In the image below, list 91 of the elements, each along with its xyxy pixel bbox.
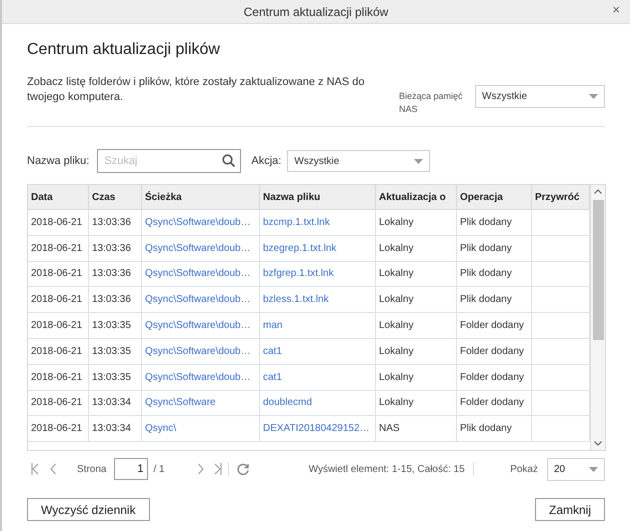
caret-icon: [589, 94, 598, 99]
column-header: Data: [28, 185, 89, 209]
scrollbar-thumb[interactable]: [592, 200, 604, 340]
table-cell: Plik dodany: [457, 262, 532, 286]
caret-icon: [414, 158, 424, 164]
scroll-down-icon[interactable]: [594, 441, 602, 446]
search-icon: [222, 154, 236, 167]
table-cell: Lokalny: [376, 287, 457, 312]
filename-label: Nazwa pliku:: [27, 154, 90, 169]
scrollbar[interactable]: [590, 185, 605, 450]
column-header: Operacja: [457, 185, 532, 209]
table-cell: 13:03:36: [89, 210, 142, 235]
table-cell: Lokalny: [376, 210, 457, 235]
table-cell: 2018-06-21: [28, 338, 89, 364]
column-header: Nazwa pliku: [260, 185, 376, 209]
storage-dropdown[interactable]: Wszystkie: [475, 85, 605, 108]
scroll-up-icon[interactable]: [594, 189, 602, 194]
table-cell: 2018-06-21: [28, 287, 89, 312]
table-cell: Plik dodany: [457, 236, 532, 261]
action-dropdown[interactable]: Wszystkie: [287, 150, 430, 172]
column-header: Czas: [89, 185, 142, 209]
table-cell: 2018-06-21: [28, 236, 89, 261]
table-cell: Plik dodany: [457, 210, 532, 235]
table-cell: Lokalny: [376, 236, 457, 261]
total-pages: / 1: [153, 462, 165, 476]
caret-icon: [589, 466, 598, 472]
table-cell: Folder dodany: [457, 338, 532, 364]
description-text: Zobacz listę folderów i plików, które zostały zaktualizowane z NAS do twojego komputera.: [27, 75, 366, 105]
page-label: Strona: [77, 462, 106, 476]
table-cell: Lokalny: [376, 338, 457, 364]
table-link[interactable]: Qsync\Software\doub…: [142, 364, 260, 390]
action-label: Akcja:: [251, 154, 282, 169]
table-cell: 2018-06-21: [28, 364, 89, 390]
table-link[interactable]: Qsync\Software\doub…: [142, 210, 260, 235]
table-cell: Lokalny: [376, 262, 457, 286]
table-link[interactable]: Qsync\Software\doub…: [142, 313, 260, 338]
search-field[interactable]: Szukaj: [97, 149, 242, 173]
table-link[interactable]: cat1: [260, 338, 376, 364]
next-page-icon[interactable]: [198, 463, 204, 475]
last-page-icon[interactable]: [214, 463, 222, 475]
table-cell: NAS: [376, 416, 457, 442]
pagination-summary: Wyświetl element: 1-15, Całość: 15: [308, 462, 465, 476]
show-label: Pokaż: [510, 462, 538, 476]
previous-page-icon[interactable]: [50, 463, 56, 475]
column-header: Aktualizacja o: [376, 185, 457, 209]
close-button[interactable]: ×: [612, 3, 620, 16]
page-heading: Centrum aktualizacji plików: [27, 40, 221, 60]
table-link[interactable]: DEXATI20180429152…: [260, 416, 376, 442]
table-link[interactable]: bzcmp.1.txt.lnk: [260, 210, 376, 235]
table-link[interactable]: Qsync\: [142, 416, 260, 442]
table-link[interactable]: doublecmd: [260, 390, 376, 416]
table-link[interactable]: man: [260, 313, 376, 338]
storage-label: Bieżąca pamięć NAS: [399, 90, 464, 116]
table-cell: 13:03:35: [89, 364, 142, 390]
table-cell: 2018-06-21: [28, 416, 89, 442]
table-cell: 13:03:34: [89, 416, 142, 442]
window-title: Centrum aktualizacji plików: [244, 4, 388, 20]
table-link[interactable]: bzfgrep.1.txt.lnk: [260, 262, 376, 286]
table-cell: 2018-06-21: [28, 390, 89, 416]
table-link[interactable]: Qsync\Software\doub…: [142, 287, 260, 312]
close-dialog-button[interactable]: Zamknij: [534, 498, 605, 521]
table-cell: Folder dodany: [457, 313, 532, 338]
table-link[interactable]: Qsync\Software\doub…: [142, 236, 260, 261]
page-size-dropdown[interactable]: 20: [547, 458, 605, 480]
refresh-icon[interactable]: [236, 463, 249, 475]
table-cell: Plik dodany: [457, 416, 532, 442]
table-link[interactable]: Qsync\Software\doub…: [142, 262, 260, 286]
table-cell: 2018-06-21: [28, 313, 89, 338]
table-cell: 13:03:35: [89, 313, 142, 338]
table-cell: 13:03:36: [89, 236, 142, 261]
table-cell: 2018-06-21: [28, 262, 89, 286]
clear-log-button[interactable]: Wyczyść dziennik: [27, 498, 150, 521]
table-cell: Folder dodany: [457, 364, 532, 390]
table-link[interactable]: Qsync\Software: [142, 390, 260, 416]
table-cell: 13:03:34: [89, 390, 142, 416]
table-link[interactable]: bzless.1.txt.lnk: [260, 287, 376, 312]
table-link[interactable]: Qsync\Software\doub…: [142, 338, 260, 364]
table-cell: 13:03:36: [89, 287, 142, 312]
table-cell: 2018-06-21: [28, 210, 89, 235]
column-header: Ścieżka: [142, 185, 260, 209]
table-link[interactable]: bzegrep.1.txt.lnk: [260, 236, 376, 261]
table-cell: Lokalny: [376, 313, 457, 338]
table-cell: Plik dodany: [457, 287, 532, 312]
table-cell: Lokalny: [376, 390, 457, 416]
table-cell: Lokalny: [376, 364, 457, 390]
first-page-icon[interactable]: [31, 463, 39, 475]
table-cell: Folder dodany: [457, 390, 532, 416]
table-link[interactable]: cat1: [260, 364, 376, 390]
table-cell: 13:03:36: [89, 262, 142, 286]
table-cell: 13:03:35: [89, 338, 142, 364]
page-input[interactable]: 1: [114, 458, 148, 480]
